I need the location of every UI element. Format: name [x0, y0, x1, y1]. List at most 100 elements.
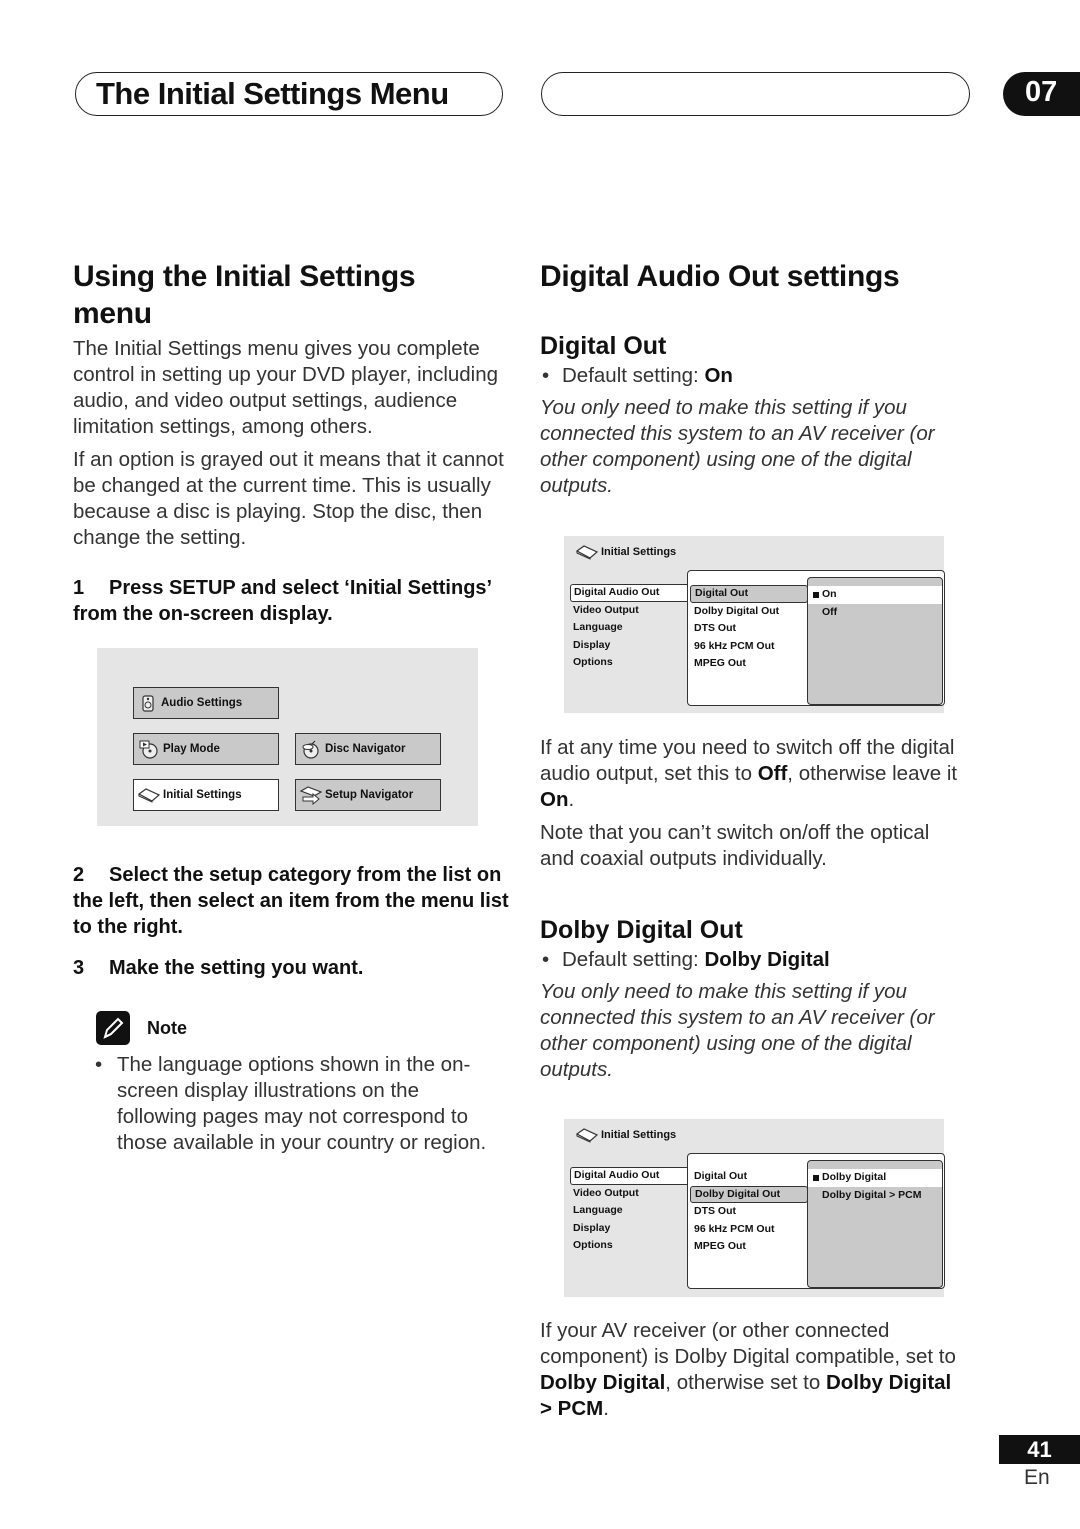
digital-out-text: If at any time you need to switch off th…: [540, 735, 960, 872]
section-heading-using-initial-settings: Using the Initial Settings menu: [73, 260, 416, 330]
language-code: En: [1024, 1466, 1050, 1489]
initial-settings-label: Initial Settings: [163, 789, 242, 801]
play-mode-button[interactable]: Play Mode: [133, 733, 279, 765]
play-mode-disc-icon: [139, 740, 158, 759]
note-pencil-icon: [96, 1011, 130, 1045]
initial-settings-button[interactable]: Initial Settings: [133, 779, 279, 811]
menu-item[interactable]: MPEG Out: [690, 655, 808, 673]
menu-item[interactable]: Dolby Digital Out: [690, 603, 808, 621]
digital-out-screen: Initial Settings Digital Audio Out Video…: [564, 536, 945, 713]
settings-panel: Digital Out Dolby Digital Out DTS Out 96…: [687, 1153, 945, 1289]
setup-navigator-label: Setup Navigator: [325, 789, 414, 801]
audio-settings-label: Audio Settings: [161, 697, 243, 709]
menu-item[interactable]: Digital Out: [690, 1168, 808, 1186]
left-column: Using the Initial Settings menu The Init…: [73, 258, 513, 627]
header-blank-pill: [541, 72, 970, 116]
category-list: Digital Audio Out Video Output Language …: [570, 584, 694, 672]
option-panel: On Off: [807, 577, 943, 705]
setup-navigator-icon: [300, 786, 322, 805]
bullet-dot: •: [542, 948, 550, 971]
dolby-digital-value: Dolby Digital: [540, 1371, 666, 1394]
settings-box-icon: [576, 545, 598, 560]
menu-item[interactable]: Digital Out: [690, 585, 808, 603]
menu-item[interactable]: 96 kHz PCM Out: [690, 638, 808, 656]
step-1-number: 1: [73, 577, 85, 599]
setup-navigator-button[interactable]: Setup Navigator: [295, 779, 441, 811]
dolby-default: • Default setting: Dolby Digital: [542, 947, 960, 973]
text-part: , otherwise leave it: [787, 762, 958, 785]
section-heading-digital-audio-out: Digital Audio Out settings: [540, 260, 900, 293]
play-mode-label: Play Mode: [163, 743, 220, 755]
menu-item[interactable]: DTS Out: [690, 1203, 808, 1221]
digital-out-intro: You only need to make this setting if yo…: [540, 396, 935, 497]
optical-coaxial-note: Note that you can’t switch on/off the op…: [540, 821, 930, 870]
menu-item[interactable]: DTS Out: [690, 620, 808, 638]
dolby-section: Dolby Digital Out • Default setting: Dolb…: [540, 915, 960, 1083]
step-3-text: Make the setting you want.: [109, 957, 364, 979]
default-value: On: [704, 364, 733, 387]
disc-navigator-label: Disc Navigator: [325, 743, 406, 755]
settings-box-icon: [138, 788, 160, 803]
category-item[interactable]: Video Output: [570, 602, 694, 620]
category-list: Digital Audio Out Video Output Language …: [570, 1167, 694, 1255]
dolby-intro: You only need to make this setting if yo…: [540, 980, 935, 1081]
text-part: .: [603, 1397, 609, 1420]
option-panel: Dolby Digital Dolby Digital > PCM: [807, 1160, 943, 1288]
subheading-digital-out: Digital Out: [540, 332, 667, 360]
item-list: Digital Out Dolby Digital Out DTS Out 96…: [690, 585, 808, 673]
item-list: Digital Out Dolby Digital Out DTS Out 96…: [690, 1168, 808, 1256]
option-item[interactable]: On: [808, 586, 942, 604]
default-label: Default setting:: [562, 948, 705, 971]
step-2-text: Select the setup category from the list …: [73, 864, 509, 938]
disc-navigator-button[interactable]: Disc Navigator: [295, 733, 441, 765]
menu-item[interactable]: MPEG Out: [690, 1238, 808, 1256]
switch-off-paragraph: If at any time you need to switch off th…: [540, 735, 960, 813]
category-item[interactable]: Options: [570, 1237, 694, 1255]
dolby-compat-paragraph: If your AV receiver (or other connected …: [540, 1318, 960, 1422]
subheading-dolby-digital-out: Dolby Digital Out: [540, 916, 743, 944]
step-3-number: 3: [73, 957, 85, 979]
category-item[interactable]: Language: [570, 1202, 694, 1220]
disc-navigator-icon: [302, 740, 319, 759]
category-item[interactable]: Video Output: [570, 1185, 694, 1203]
intro-paragraph: The Initial Settings menu gives you comp…: [73, 337, 499, 438]
page-number: 41: [999, 1435, 1080, 1464]
category-item[interactable]: Digital Audio Out: [570, 1167, 694, 1185]
screen-title: Initial Settings: [576, 1127, 676, 1143]
left-steps: 2 Select the setup category from the list…: [73, 862, 513, 981]
note-bullet: • The language options shown in the on-s…: [95, 1052, 495, 1156]
menu-item[interactable]: Dolby Digital Out: [690, 1185, 808, 1203]
audio-settings-button[interactable]: Audio Settings: [133, 687, 279, 719]
right-column-top: Digital Audio Out settings Digital Out •…: [540, 258, 960, 499]
setup-menu-screen: Audio Settings Play Mode Disc Navigator …: [97, 648, 478, 826]
text-part: .: [568, 788, 575, 811]
bullet-dot: •: [95, 1053, 103, 1076]
dolby-text: If your AV receiver (or other connected …: [540, 1318, 960, 1422]
screen-title: Initial Settings: [576, 544, 676, 560]
category-item[interactable]: Language: [570, 619, 694, 637]
category-item[interactable]: Options: [570, 654, 694, 672]
category-item[interactable]: Display: [570, 637, 694, 655]
screen-title-text: Initial Settings: [601, 1129, 677, 1141]
screen-title-text: Initial Settings: [601, 546, 677, 558]
speaker-icon: [142, 695, 154, 712]
menu-item[interactable]: 96 kHz PCM Out: [690, 1221, 808, 1239]
dolby-digital-out-screen: Initial Settings Digital Audio Out Video…: [564, 1119, 945, 1297]
option-item[interactable]: Dolby Digital > PCM: [808, 1187, 942, 1205]
bullet-dot: •: [542, 364, 550, 387]
settings-box-icon: [576, 1128, 598, 1143]
on-value: On: [540, 788, 569, 811]
chapter-number: 07: [1025, 76, 1058, 108]
chapter-title: The Initial Settings Menu: [96, 76, 449, 111]
category-item[interactable]: Digital Audio Out: [570, 584, 694, 602]
option-item[interactable]: Dolby Digital: [808, 1169, 942, 1187]
text-part: If your AV receiver (or other connected …: [540, 1319, 956, 1368]
chapter-number-tab: 07: [1003, 72, 1080, 116]
category-item[interactable]: Display: [570, 1220, 694, 1238]
note-label: Note: [147, 1018, 187, 1038]
step-3: 3 Make the setting you want.: [73, 955, 513, 981]
digital-out-default: • Default setting: On: [542, 363, 960, 389]
step-2: 2 Select the setup category from the list…: [73, 862, 513, 940]
option-item[interactable]: Off: [808, 604, 942, 622]
step-2-number: 2: [73, 864, 85, 886]
